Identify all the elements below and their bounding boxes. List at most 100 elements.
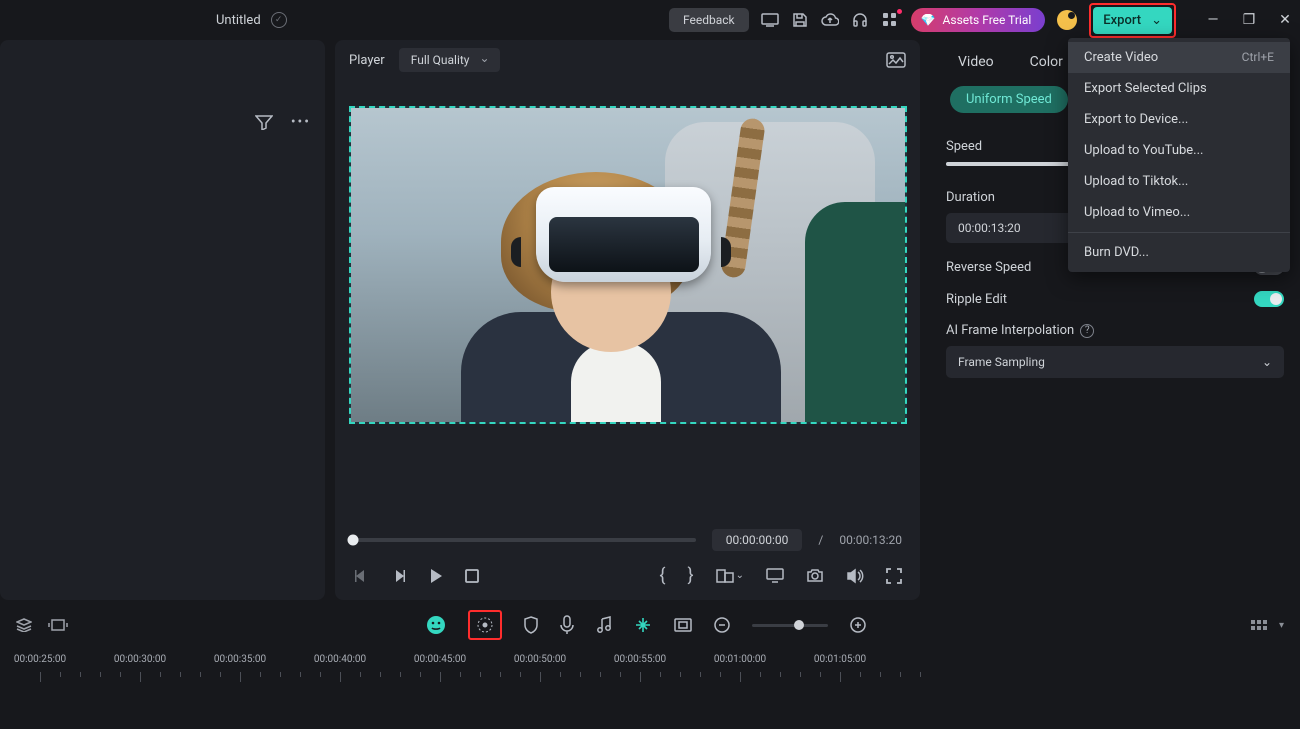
export-menu-create-video[interactable]: Create Video Ctrl+E [1068, 42, 1290, 73]
snapshot-icon[interactable] [886, 52, 906, 68]
timeline-ruler[interactable]: 00:00:25:00 00:00:30:00 00:00:35:00 00:00:4… [10, 654, 1290, 670]
gem-icon: 💎 [921, 13, 936, 27]
view-menu-caret[interactable]: ▾ [1279, 620, 1284, 631]
menu-item-shortcut: Ctrl+E [1242, 50, 1274, 65]
chevron-down-icon: ⌄ [1151, 13, 1162, 28]
ruler-label: 00:00:40:00 [314, 654, 366, 665]
fullscreen-icon[interactable] [886, 568, 902, 584]
prev-frame-icon[interactable] [353, 568, 369, 584]
view-grid-icon[interactable] [1251, 620, 1267, 630]
tab-color[interactable]: Color [1030, 54, 1063, 70]
total-time: 00:00:13:20 [839, 533, 902, 547]
tab-video[interactable]: Video [958, 54, 994, 70]
timeline-toolbar: ▾ [0, 600, 1300, 650]
export-label: Export [1103, 13, 1141, 28]
ai-face-icon[interactable] [426, 615, 446, 635]
timeline-ticks [10, 672, 1290, 692]
save-icon[interactable] [791, 11, 809, 29]
export-menu-tiktok[interactable]: Upload to Tiktok... [1068, 166, 1290, 197]
ai-interp-value: Frame Sampling [958, 355, 1045, 369]
timeline[interactable]: 00:00:25:00 00:00:30:00 00:00:35:00 00:00:4… [0, 650, 1300, 722]
mark-out-icon[interactable]: } [688, 565, 694, 586]
crop-icon[interactable] [674, 618, 692, 632]
chevron-down-icon: ⌄ [1262, 355, 1272, 369]
menu-item-label: Burn DVD... [1084, 245, 1149, 260]
stop-icon[interactable] [465, 569, 479, 583]
rect-icon[interactable] [48, 619, 68, 631]
titlebar: Untitled Feedback 💎 Assets Free Trial Ex… [0, 0, 1300, 40]
export-highlight: Export ⌄ [1089, 3, 1176, 38]
quality-dropdown[interactable]: Full Quality [399, 48, 500, 72]
volume-icon[interactable] [846, 568, 864, 584]
music-icon[interactable] [596, 616, 612, 634]
close-button[interactable]: ✕ [1278, 12, 1292, 28]
time-separator: / [818, 533, 823, 547]
apps-icon[interactable] [881, 11, 899, 29]
assets-trial-label: Assets Free Trial [943, 13, 1032, 27]
assets-trial-button[interactable]: 💎 Assets Free Trial [911, 8, 1046, 32]
ripple-toggle[interactable] [1254, 291, 1284, 307]
headphones-icon[interactable] [851, 11, 869, 29]
next-frame-icon[interactable] [391, 568, 407, 584]
more-icon[interactable]: ••• [291, 114, 311, 130]
play-icon[interactable] [429, 568, 443, 584]
minimize-button[interactable]: — [1206, 12, 1220, 28]
zoom-thumb[interactable] [794, 620, 804, 630]
marker-icon[interactable] [634, 616, 652, 634]
feedback-button[interactable]: Feedback [669, 8, 749, 32]
media-panel: ••• [0, 40, 325, 600]
maximize-button[interactable]: ❐ [1242, 12, 1256, 28]
menu-separator [1068, 232, 1290, 233]
player-label: Player [349, 53, 385, 68]
help-icon[interactable]: ? [1080, 324, 1094, 338]
zoom-slider[interactable] [752, 624, 828, 627]
zoom-in-icon[interactable] [850, 617, 866, 633]
project-title: Untitled [216, 13, 261, 28]
cookie-icon[interactable] [1057, 10, 1077, 30]
export-menu-selected-clips[interactable]: Export Selected Clips [1068, 73, 1290, 104]
keyframe-tool-icon[interactable] [476, 616, 494, 634]
monitor-icon[interactable] [766, 568, 784, 583]
speed-pill[interactable]: Uniform Speed [950, 86, 1068, 113]
mic-icon[interactable] [560, 615, 574, 635]
ruler-label: 00:00:50:00 [514, 654, 566, 665]
ruler-label: 00:00:45:00 [414, 654, 466, 665]
export-menu-device[interactable]: Export to Device... [1068, 104, 1290, 135]
menu-item-label: Upload to Vimeo... [1084, 205, 1190, 220]
export-menu-burn-dvd[interactable]: Burn DVD... [1068, 237, 1290, 268]
menu-item-label: Export Selected Clips [1084, 81, 1207, 96]
aspect-icon[interactable]: ⌄ [716, 569, 744, 583]
ai-interp-select[interactable]: Frame Sampling ⌄ [946, 346, 1284, 378]
video-content [351, 108, 905, 422]
save-status-icon [271, 12, 287, 28]
camera-icon[interactable] [806, 568, 824, 583]
export-menu-vimeo[interactable]: Upload to Vimeo... [1068, 197, 1290, 228]
ruler-label: 00:00:35:00 [214, 654, 266, 665]
display-icon[interactable] [761, 11, 779, 29]
filter-icon[interactable] [255, 114, 273, 130]
zoom-out-icon[interactable] [714, 617, 730, 633]
shield-icon[interactable] [524, 616, 538, 634]
menu-item-label: Create Video [1084, 50, 1158, 65]
ruler-label: 00:00:30:00 [114, 654, 166, 665]
scrub-track[interactable] [353, 538, 696, 542]
menu-item-label: Upload to Tiktok... [1084, 174, 1188, 189]
ai-interp-label: AI Frame Interpolation [946, 323, 1074, 338]
export-button[interactable]: Export ⌄ [1093, 7, 1172, 34]
export-menu-youtube[interactable]: Upload to YouTube... [1068, 135, 1290, 166]
mark-in-icon[interactable]: { [659, 565, 665, 586]
ruler-label: 00:01:05:00 [814, 654, 866, 665]
layers-icon[interactable] [16, 618, 32, 632]
menu-item-label: Export to Device... [1084, 112, 1188, 127]
ruler-label: 00:00:25:00 [14, 654, 66, 665]
media-panel-tools: ••• [255, 114, 311, 130]
keyframe-tool-highlight [468, 610, 502, 640]
window-controls: — ❐ ✕ [1206, 12, 1292, 28]
cloud-icon[interactable] [821, 11, 839, 29]
video-frame[interactable] [349, 106, 907, 424]
export-menu: Create Video Ctrl+E Export Selected Clip… [1068, 38, 1290, 272]
scrub-thumb[interactable] [348, 535, 359, 546]
preview-area[interactable] [335, 80, 920, 521]
preview-panel: Player Full Quality [335, 40, 920, 600]
reverse-label: Reverse Speed [946, 260, 1031, 275]
